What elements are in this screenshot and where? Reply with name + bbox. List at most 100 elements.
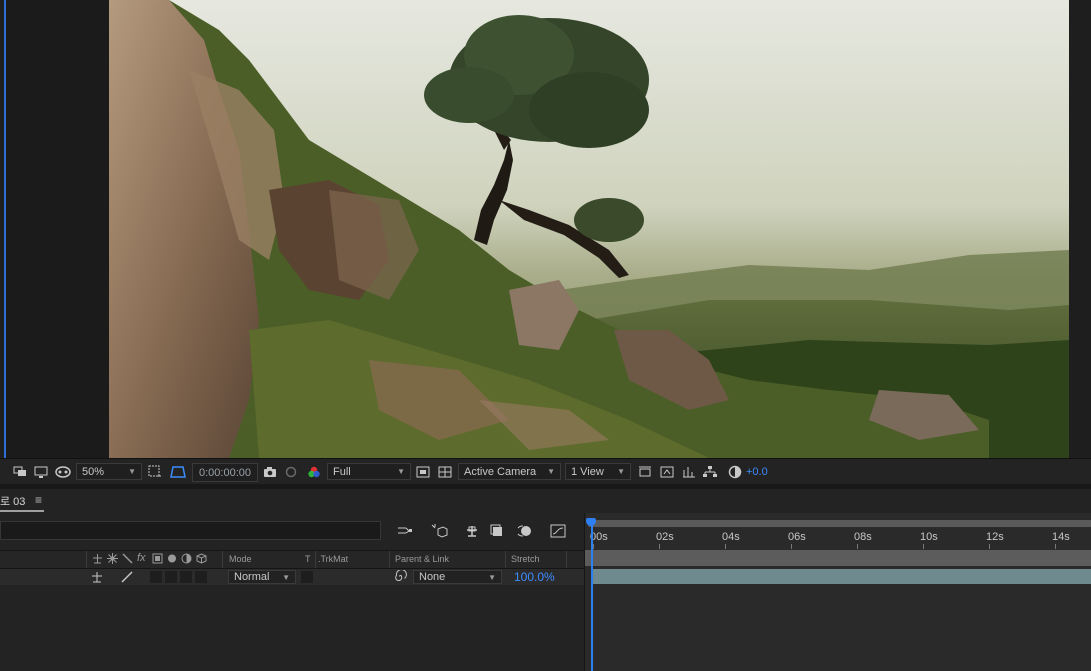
work-area-bar[interactable] bbox=[585, 550, 1091, 566]
blend-mode-dropdown[interactable]: Normal ▼ bbox=[228, 570, 296, 584]
layer-row[interactable]: Normal ▼ None ▼ 100.0% bbox=[0, 569, 584, 585]
parent-link-column-header[interactable]: Parent & Link bbox=[395, 554, 449, 564]
current-time-indicator[interactable] bbox=[591, 522, 593, 671]
chevron-down-icon: ▼ bbox=[397, 467, 405, 476]
effects-switch[interactable] bbox=[150, 571, 162, 583]
motion-blur-icon[interactable] bbox=[515, 521, 535, 541]
effects-switch-header-icon: fx bbox=[137, 552, 146, 564]
fast-previews-icon[interactable] bbox=[415, 463, 431, 480]
timeline-graph[interactable]: 00s 02s 04s 06s 08s 10s 12s 14s bbox=[584, 513, 1091, 671]
exposure-icon[interactable] bbox=[727, 463, 743, 480]
exposure-value[interactable]: +0.0 bbox=[746, 463, 774, 480]
ruler-tick-label: 08s bbox=[854, 531, 872, 543]
resolution-dropdown[interactable]: Full ▼ bbox=[327, 463, 411, 480]
ruler-tick bbox=[923, 544, 924, 549]
3d-layer-header-icon bbox=[196, 553, 207, 566]
timeline-icon[interactable] bbox=[681, 463, 697, 480]
ruler-tick-label: 10s bbox=[920, 531, 938, 543]
chevron-down-icon: ▼ bbox=[282, 572, 290, 582]
composition-viewer[interactable] bbox=[0, 0, 1091, 458]
frame-blending-icon[interactable] bbox=[488, 521, 508, 541]
show-snapshot-icon[interactable] bbox=[283, 463, 299, 480]
monitor-icon[interactable] bbox=[33, 463, 49, 480]
parent-dropdown[interactable]: None ▼ bbox=[413, 570, 502, 584]
3d-layer-switch[interactable] bbox=[195, 571, 207, 583]
quality-switch-icon[interactable] bbox=[121, 571, 133, 583]
viewer-toolbar: 50% ▼ 0:00:00:00 Full ▼ Active Camera ▼ … bbox=[0, 458, 1091, 484]
region-of-interest-icon[interactable] bbox=[147, 463, 163, 480]
column-separator[interactable] bbox=[86, 551, 87, 568]
column-separator[interactable] bbox=[389, 551, 390, 568]
collapse-switch-header-icon bbox=[107, 553, 118, 566]
ruler-tick-label: 14s bbox=[1052, 531, 1070, 543]
parent-value: None bbox=[419, 571, 446, 583]
always-preview-icon[interactable] bbox=[12, 463, 28, 480]
chevron-down-icon: ▼ bbox=[617, 467, 625, 476]
frame-blend-switch[interactable] bbox=[165, 571, 177, 583]
fast-previews-mode-icon[interactable] bbox=[659, 463, 675, 480]
chevron-down-icon: ▼ bbox=[128, 467, 136, 476]
chevron-down-icon: ▼ bbox=[547, 467, 555, 476]
ruler-tick-label: 06s bbox=[788, 531, 806, 543]
timeline-panel-tabbar: 로 03 ≡ bbox=[0, 489, 1091, 513]
time-navigator[interactable] bbox=[588, 520, 1091, 527]
camera-icon[interactable] bbox=[262, 463, 278, 480]
frame-blend-switch-header-icon bbox=[152, 553, 163, 566]
stretch-column-header[interactable]: Stretch bbox=[511, 554, 540, 564]
ruler-tick bbox=[989, 544, 990, 549]
composition-tab[interactable]: 로 03 bbox=[0, 493, 25, 509]
viewer-right-margin bbox=[1069, 0, 1091, 458]
view-layout-dropdown[interactable]: 1 View ▼ bbox=[565, 463, 631, 480]
time-ruler[interactable]: 00s 02s 04s 06s 08s 10s 12s 14s bbox=[585, 529, 1091, 549]
ruler-tick bbox=[593, 544, 594, 549]
viewer-left-edge bbox=[0, 0, 6, 458]
transparency-grid-icon[interactable] bbox=[170, 463, 186, 480]
magnification-dropdown[interactable]: 50% ▼ bbox=[76, 463, 142, 480]
shy-switch-icon[interactable] bbox=[91, 571, 103, 583]
magnification-value: 50% bbox=[82, 465, 105, 478]
mode-column-header[interactable]: Mode bbox=[229, 554, 252, 564]
ruler-tick bbox=[1055, 544, 1056, 549]
trkmat-column-header[interactable]: .TrkMat bbox=[318, 554, 348, 564]
composition-frame[interactable] bbox=[109, 0, 1069, 458]
ruler-tick-label: 12s bbox=[986, 531, 1004, 543]
composition-mini-flowchart-icon[interactable] bbox=[395, 521, 415, 541]
column-separator[interactable] bbox=[222, 551, 223, 568]
stretch-value[interactable]: 100.0% bbox=[514, 570, 555, 584]
active-tab-indicator bbox=[0, 510, 44, 512]
camera-view-dropdown[interactable]: Active Camera ▼ bbox=[458, 463, 561, 480]
layer-search-input[interactable] bbox=[0, 521, 381, 540]
shy-layers-icon[interactable] bbox=[462, 521, 482, 541]
toggle-transparency-grid-icon[interactable] bbox=[437, 463, 453, 480]
view-layout-value: 1 View bbox=[571, 465, 604, 478]
layer-duration-bar[interactable] bbox=[591, 569, 1091, 584]
pick-whip-icon[interactable] bbox=[394, 569, 407, 582]
toggle-pixel-aspect-icon[interactable] bbox=[637, 463, 653, 480]
graph-editor-icon[interactable] bbox=[548, 521, 568, 541]
chevron-down-icon: ▼ bbox=[488, 572, 496, 582]
flowchart-icon[interactable] bbox=[702, 463, 718, 480]
motion-blur-switch[interactable] bbox=[180, 571, 192, 583]
draft-3d-icon[interactable] bbox=[429, 521, 449, 541]
column-separator[interactable] bbox=[566, 551, 567, 568]
resolution-value: Full bbox=[333, 465, 351, 478]
ruler-tick bbox=[791, 544, 792, 549]
motion-blur-switch-header-icon bbox=[166, 553, 177, 566]
ruler-tick-label: 02s bbox=[656, 531, 674, 543]
rgb-channels-icon[interactable] bbox=[306, 463, 322, 480]
adjustment-layer-header-icon bbox=[181, 553, 192, 566]
preserve-transparency-column-header[interactable]: T bbox=[305, 554, 311, 564]
ruler-tick bbox=[857, 544, 858, 549]
mask-visibility-icon[interactable] bbox=[55, 463, 71, 480]
quality-switch-header-icon bbox=[122, 553, 133, 566]
layer-column-header: fx Mode T .TrkMat Parent & Link Stretch bbox=[0, 550, 584, 569]
column-separator[interactable] bbox=[505, 551, 506, 568]
preserve-transparency-switch[interactable] bbox=[301, 571, 313, 583]
current-timecode[interactable]: 0:00:00:00 bbox=[192, 463, 258, 482]
panel-menu-icon[interactable]: ≡ bbox=[35, 493, 42, 507]
column-separator[interactable] bbox=[315, 551, 316, 568]
ruler-tick bbox=[659, 544, 660, 549]
ruler-tick-label: 04s bbox=[722, 531, 740, 543]
timeline-layer-panel: fx Mode T .TrkMat Parent & Link Stretch bbox=[0, 513, 584, 671]
landscape-image bbox=[109, 0, 1069, 458]
